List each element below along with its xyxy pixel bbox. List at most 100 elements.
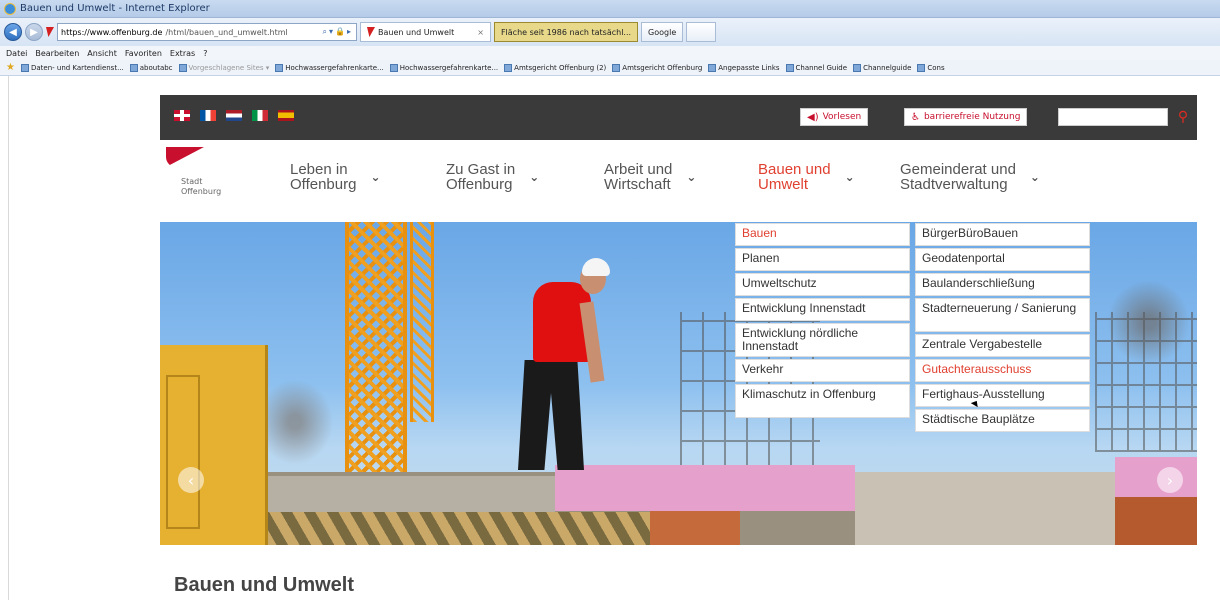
close-tab-icon[interactable]: × bbox=[477, 28, 484, 37]
wheelchair-icon: ♿ bbox=[911, 111, 920, 123]
favorite-link[interactable]: aboutabc bbox=[129, 63, 173, 72]
favorite-link[interactable]: Cons bbox=[917, 63, 945, 72]
submenu-verkehr[interactable]: Verkehr bbox=[735, 359, 910, 382]
city-logo[interactable]: Stadt Offenburg bbox=[166, 147, 226, 207]
nav-bauen-und-umwelt[interactable]: Bauen und Umwelt ⌄ bbox=[758, 162, 855, 192]
slider-next-icon[interactable]: › bbox=[1157, 467, 1183, 493]
address-host: https://www.offenburg.de bbox=[61, 27, 163, 37]
ie-icon bbox=[4, 2, 16, 15]
tab-label: Bauen und Umwelt bbox=[378, 27, 455, 37]
menu-favoriten[interactable]: Favoriten bbox=[125, 49, 162, 58]
window-title: Bauen und Umwelt - Internet Explorer bbox=[20, 3, 210, 14]
back-button[interactable]: ◀ bbox=[4, 23, 22, 41]
accessibility-label: barrierefreie Nutzung bbox=[923, 112, 1021, 122]
favorite-link[interactable]: Channel Guide bbox=[785, 63, 847, 72]
new-tab-button[interactable] bbox=[686, 22, 717, 42]
nav-label: Arbeit und Wirtschaft bbox=[604, 161, 673, 193]
site-top-bar: ◀) Vorlesen ♿ barrierefreie Nutzung ⚲ bbox=[160, 95, 1197, 140]
favorite-icon bbox=[708, 63, 717, 72]
logo-text: Stadt Offenburg bbox=[181, 177, 222, 196]
submenu-klimaschutz[interactable]: Klimaschutz in Offenburg bbox=[735, 384, 910, 418]
favorite-icon bbox=[785, 63, 794, 72]
address-tools-icon[interactable]: ⌕▾🔒▸ bbox=[323, 27, 353, 37]
submenu-zentrale-vergabestelle[interactable]: Zentrale Vergabestelle bbox=[915, 334, 1090, 357]
favorite-link[interactable]: Vorgeschlagene Sites ▾ bbox=[178, 63, 269, 72]
submenu-staedtische-bauplaetze[interactable]: Städtische Bauplätze bbox=[915, 409, 1090, 432]
favorite-icon bbox=[504, 63, 513, 72]
submenu-geodatenportal[interactable]: Geodatenportal bbox=[915, 248, 1090, 271]
favorite-link[interactable]: Daten- und Kartendienst... bbox=[20, 63, 124, 72]
favorite-icon bbox=[612, 63, 621, 72]
address-bar[interactable]: https://www.offenburg.de/html/bauen_und_… bbox=[57, 23, 357, 41]
submenu-gutachterausschuss[interactable]: Gutachterausschuss bbox=[915, 359, 1090, 382]
flag-uk-icon[interactable] bbox=[174, 110, 190, 121]
favorites-bar: ★ Daten- und Kartendienst... aboutabc Vo… bbox=[0, 60, 1220, 76]
menu-datei[interactable]: Datei bbox=[6, 49, 27, 58]
read-aloud-button[interactable]: ◀) Vorlesen bbox=[800, 108, 869, 126]
page-title: Bauen und Umwelt bbox=[174, 574, 355, 596]
favorite-link[interactable]: Channelguide bbox=[853, 63, 911, 72]
menu-ansicht[interactable]: Ansicht bbox=[87, 49, 117, 58]
menu-extras[interactable]: Extras bbox=[170, 49, 195, 58]
submenu-stadterneuerung[interactable]: Stadterneuerung / Sanierung bbox=[915, 298, 1090, 332]
language-selector bbox=[174, 110, 294, 121]
slider-prev-icon[interactable]: ‹ bbox=[178, 467, 204, 493]
tab-flaeche[interactable]: Fläche seit 1986 nach tatsächl... bbox=[493, 22, 639, 42]
submenu-baulanderschliessung[interactable]: Baulanderschließung bbox=[915, 273, 1090, 296]
favorite-icon bbox=[853, 63, 862, 72]
forward-button[interactable]: ▶ bbox=[25, 23, 43, 41]
tab-google[interactable]: Google bbox=[641, 22, 684, 42]
submenu-fertighaus-ausstellung[interactable]: Fertighaus-Ausstellung bbox=[915, 384, 1090, 407]
nav-label: Leben in Offenburg bbox=[290, 161, 357, 193]
flag-france-icon[interactable] bbox=[200, 110, 216, 121]
favorite-icon bbox=[389, 63, 398, 72]
nav-gemeinderat-und-stadtverwaltung[interactable]: Gemeinderat und Stadtverwaltung ⌄ bbox=[900, 162, 1040, 192]
dropdown-submenu-bauen: BürgerBüroBauen Geodatenportal Baulander… bbox=[915, 223, 1090, 432]
submenu-entwicklung-innenstadt[interactable]: Entwicklung Innenstadt bbox=[735, 298, 910, 321]
nav-label: Bauen und Umwelt bbox=[758, 161, 831, 193]
favorite-link[interactable]: Angepasste Links bbox=[708, 63, 780, 72]
nav-label: Zu Gast in Offenburg bbox=[446, 161, 516, 193]
read-aloud-label: Vorlesen bbox=[822, 112, 862, 122]
menu-bearbeiten[interactable]: Bearbeiten bbox=[35, 49, 79, 58]
site-search-input[interactable] bbox=[1058, 108, 1168, 126]
submenu-bauen[interactable]: Bauen bbox=[735, 223, 910, 246]
favorite-link[interactable]: Hochwassergefahrenkarte... bbox=[275, 63, 384, 72]
browser-nav-bar: ◀ ▶ https://www.offenburg.de/html/bauen_… bbox=[0, 18, 1220, 46]
tab-bauen-und-umwelt[interactable]: Bauen und Umwelt × bbox=[360, 22, 491, 42]
logo-mark-icon bbox=[166, 147, 204, 167]
favorites-star-icon[interactable]: ★ bbox=[6, 62, 15, 73]
nav-arbeit-und-wirtschaft[interactable]: Arbeit und Wirtschaft ⌄ bbox=[604, 162, 696, 192]
window-title-bar: Bauen und Umwelt - Internet Explorer bbox=[0, 0, 1220, 18]
nav-label: Gemeinderat und Stadtverwaltung bbox=[900, 161, 1016, 193]
submenu-planen[interactable]: Planen bbox=[735, 248, 910, 271]
menu-bar: Datei Bearbeiten Ansicht Favoriten Extra… bbox=[0, 46, 1220, 60]
chevron-down-icon: ⌄ bbox=[1029, 170, 1040, 184]
chevron-down-icon: ⌄ bbox=[529, 170, 540, 184]
favorite-link[interactable]: Hochwassergefahrenkarte... bbox=[389, 63, 498, 72]
submenu-entwicklung-noerdliche-innenstadt[interactable]: Entwicklung nördliche Innenstadt bbox=[735, 323, 910, 357]
favorite-link[interactable]: Amtsgericht Offenburg (2) bbox=[504, 63, 606, 72]
flag-netherlands-icon[interactable] bbox=[226, 110, 242, 121]
tab-label: Google bbox=[648, 27, 677, 37]
favorite-icon bbox=[20, 63, 29, 72]
nav-leben-in-offenburg[interactable]: Leben in Offenburg ⌄ bbox=[290, 162, 381, 192]
chevron-down-icon: ⌄ bbox=[370, 170, 381, 184]
favorite-icon bbox=[129, 63, 138, 72]
favorite-link[interactable]: Amtsgericht Offenburg bbox=[612, 63, 702, 72]
speaker-icon: ◀) bbox=[807, 111, 819, 123]
nav-zu-gast-in-offenburg[interactable]: Zu Gast in Offenburg ⌄ bbox=[446, 162, 539, 192]
search-icon[interactable]: ⚲ bbox=[1174, 107, 1192, 127]
tab-favicon bbox=[367, 27, 375, 37]
favorite-icon bbox=[275, 63, 284, 72]
menu-help[interactable]: ? bbox=[203, 49, 207, 58]
favorite-icon bbox=[178, 63, 187, 72]
submenu-buergerbuero-bauen[interactable]: BürgerBüroBauen bbox=[915, 223, 1090, 246]
page-divider bbox=[8, 76, 9, 600]
site-favicon bbox=[46, 27, 54, 37]
submenu-umweltschutz[interactable]: Umweltschutz bbox=[735, 273, 910, 296]
accessibility-button[interactable]: ♿ barrierefreie Nutzung bbox=[904, 108, 1028, 126]
flag-spain-icon[interactable] bbox=[278, 110, 294, 121]
flag-italy-icon[interactable] bbox=[252, 110, 268, 121]
chevron-down-icon: ⌄ bbox=[686, 170, 697, 184]
